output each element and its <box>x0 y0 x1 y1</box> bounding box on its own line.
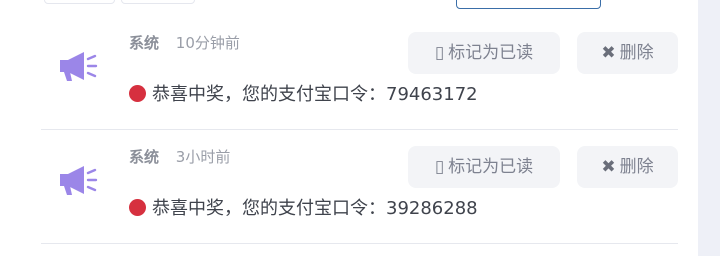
notification-message-text: 恭喜中奖，您的支付宝口令：39286288 <box>152 198 478 219</box>
delete-label: 删除 <box>619 157 654 177</box>
notification-category: 系统 <box>129 148 160 166</box>
notification-item: 系统 3小时前 ▯ 标记为已读 ✖ 删除 恭喜中奖，您的支付宝口令：39286288 <box>41 130 678 244</box>
delete-button[interactable]: ✖ 删除 <box>577 32 678 74</box>
close-icon: ✖ <box>601 43 616 63</box>
notification-message: 恭喜中奖，您的支付宝口令：79463172 <box>129 82 478 108</box>
red-dot <box>129 199 146 216</box>
notification-meta: 系统 10分钟前 <box>129 33 240 53</box>
notification-message-text: 恭喜中奖，您的支付宝口令：79463172 <box>152 84 478 105</box>
close-icon: ✖ <box>601 157 616 177</box>
mark-as-read-button[interactable]: ▯ 标记为已读 <box>408 32 560 74</box>
missing-glyph-icon: ▯ <box>434 43 445 63</box>
mark-as-read-label: 标记为已读 <box>448 43 534 63</box>
divider <box>41 243 678 244</box>
notification-time: 3小时前 <box>175 148 231 166</box>
page-gutter <box>698 0 720 256</box>
notification-time: 10分钟前 <box>175 34 240 52</box>
delete-button[interactable]: ✖ 删除 <box>577 146 678 188</box>
missing-glyph-icon: ▯ <box>434 157 445 177</box>
filter-chip[interactable] <box>44 0 115 4</box>
megaphone-icon <box>60 52 98 81</box>
toolbar-outline-button[interactable] <box>456 0 601 9</box>
mark-as-read-button[interactable]: ▯ 标记为已读 <box>408 146 560 188</box>
delete-label: 删除 <box>619 43 654 63</box>
notification-item: 系统 10分钟前 ▯ 标记为已读 ✖ 删除 恭喜中奖，您的支付宝口令：7946317… <box>41 16 678 130</box>
filter-chip[interactable] <box>121 0 195 4</box>
mark-as-read-label: 标记为已读 <box>448 157 534 177</box>
notification-category: 系统 <box>129 34 160 52</box>
notification-meta: 系统 3小时前 <box>129 147 230 167</box>
notification-message: 恭喜中奖，您的支付宝口令：39286288 <box>129 196 478 222</box>
megaphone-icon <box>60 166 98 195</box>
red-dot <box>129 85 146 102</box>
